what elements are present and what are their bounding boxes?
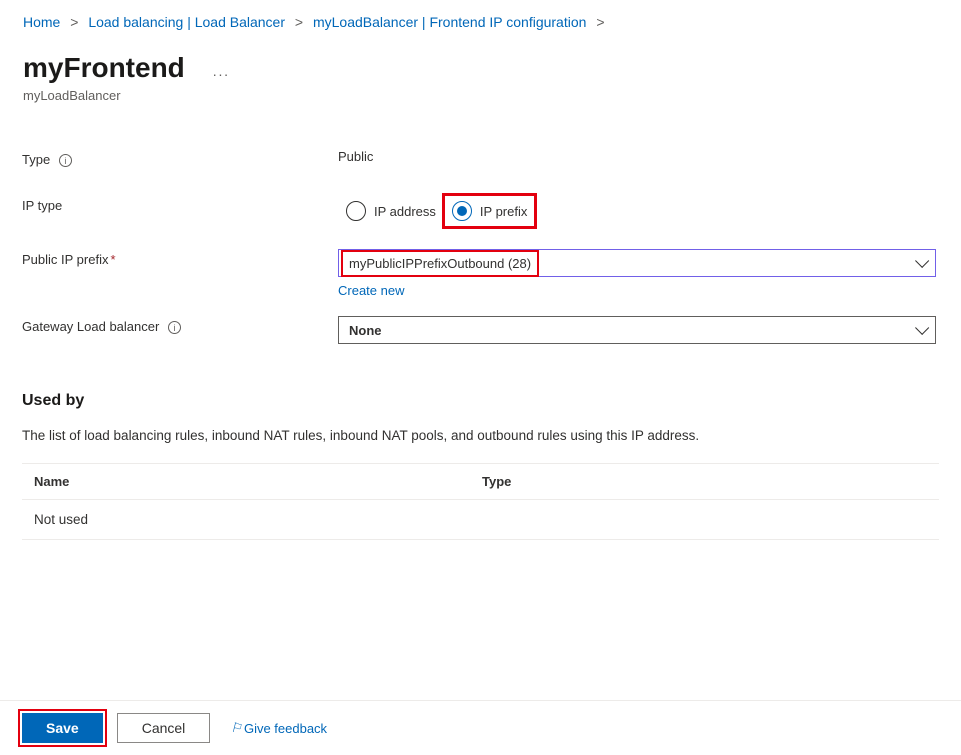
cancel-button[interactable]: Cancel [117,713,211,743]
table-row: Not used [22,500,939,539]
breadcrumb-sep: > [596,14,604,30]
row-iptype: IP type IP address IP prefix [22,195,961,227]
selected-prefix-value: myPublicIPPrefixOutbound (28) [343,252,537,275]
used-by-heading: Used by [0,392,961,410]
chevron-down-icon [915,321,929,335]
radio-ip-address[interactable]: IP address [338,195,444,227]
row-type: Type i Public [22,149,961,167]
form: Type i Public IP type IP address IP pref… [0,149,961,344]
gateway-lb-select[interactable]: None [338,316,936,344]
info-icon[interactable]: i [168,321,181,334]
megaphone-icon: ⚐ [230,720,242,736]
footer-bar: Save Cancel ⚐ Give feedback [0,700,961,755]
radio-ip-prefix[interactable]: IP prefix [444,195,535,227]
info-icon[interactable]: i [59,154,72,167]
label-type: Type i [22,149,338,167]
give-feedback-link[interactable]: ⚐ Give feedback [230,720,327,736]
label-iptype: IP type [22,195,338,213]
row-gateway-lb: Gateway Load balancer i None [22,316,961,344]
breadcrumb-mylb[interactable]: myLoadBalancer | Frontend IP configurati… [313,14,586,30]
used-by-table: Name Type Not used [22,463,939,540]
breadcrumb: Home > Load balancing | Load Balancer > … [0,0,961,30]
iptype-radio-group: IP address IP prefix [338,195,938,227]
table-header: Name Type [22,464,939,500]
radio-label: IP prefix [480,204,527,219]
value-type: Public [338,149,961,164]
col-header-type: Type [482,474,927,489]
chevron-down-icon [915,254,929,268]
cell-name: Not used [34,512,482,527]
save-highlight: Save [22,713,103,743]
label-public-ip-prefix: Public IP prefix* [22,249,338,267]
label-gateway-lb: Gateway Load balancer i [22,316,338,334]
radio-circle-selected-icon [452,201,472,221]
radio-circle-icon [346,201,366,221]
breadcrumb-home[interactable]: Home [23,14,60,30]
save-button[interactable]: Save [22,713,103,743]
page-subtitle: myLoadBalancer [0,84,961,103]
radio-label: IP address [374,204,436,219]
more-button[interactable]: ··· [212,66,229,82]
breadcrumb-sep: > [295,14,303,30]
cell-type [482,512,927,527]
page-title: myFrontend [23,52,185,84]
breadcrumb-lb[interactable]: Load balancing | Load Balancer [88,14,285,30]
used-by-description: The list of load balancing rules, inboun… [0,428,961,443]
create-new-link[interactable]: Create new [338,283,404,298]
public-ip-prefix-select[interactable]: myPublicIPPrefixOutbound (28) [338,249,936,277]
page-header: myFrontend ··· [0,30,961,84]
row-public-ip-prefix: Public IP prefix* myPublicIPPrefixOutbou… [22,249,961,298]
selected-gateway-value: None [349,323,382,338]
col-header-name: Name [34,474,482,489]
breadcrumb-sep: > [70,14,78,30]
